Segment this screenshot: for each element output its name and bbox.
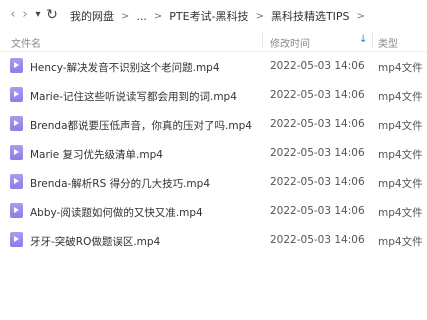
breadcrumb: 我的网盘 > ... > PTE考试-黑科技 > 黑科技精选TIPS > — [70, 8, 372, 24]
file-list: Hency-解决发音不识别这个老问题.mp4 2022-05-03 14:06 … — [0, 52, 427, 255]
column-header-date[interactable]: 修改时间 — [270, 35, 310, 50]
breadcrumb-item-pte[interactable]: PTE考试-黑科技 — [169, 8, 248, 24]
breadcrumb-separator-icon: > — [255, 10, 264, 22]
file-name: 牙牙-突破RO做题误区.mp4 — [30, 236, 161, 248]
file-name: Hency-解决发音不识别这个老问题.mp4 — [30, 62, 220, 74]
breadcrumb-item-ellipsis[interactable]: ... — [136, 10, 147, 23]
file-modified-date: 2022-05-03 14:06 — [270, 147, 365, 159]
sort-descending-icon: ↓ — [359, 34, 368, 45]
breadcrumb-separator-icon: > — [356, 10, 365, 22]
video-file-icon — [10, 116, 23, 131]
file-row[interactable]: Marie-记住这些听说读写都会用到的词.mp4 2022-05-03 14:0… — [0, 81, 427, 110]
video-file-icon — [10, 58, 23, 73]
breadcrumb-separator-icon: > — [121, 10, 130, 22]
video-file-icon — [10, 87, 23, 102]
file-modified-date: 2022-05-03 14:06 — [270, 118, 365, 130]
column-divider[interactable] — [372, 32, 373, 48]
video-file-icon — [10, 174, 23, 189]
history-dropdown-button[interactable]: ▾ — [31, 7, 45, 23]
navigation-bar: ‹ › ▾ ↻ 我的网盘 > ... > PTE考试-黑科技 > 黑科技精选TI… — [0, 0, 427, 30]
video-file-icon — [10, 203, 23, 218]
file-name: Marie 复习优先级清单.mp4 — [30, 149, 163, 161]
file-row[interactable]: Hency-解决发音不识别这个老问题.mp4 2022-05-03 14:06 … — [0, 52, 427, 81]
column-header-name[interactable]: 文件名 — [11, 35, 41, 50]
file-modified-date: 2022-05-03 14:06 — [270, 89, 365, 101]
file-type: mp4文件 — [378, 207, 423, 219]
file-modified-date: 2022-05-03 14:06 — [270, 205, 365, 217]
file-type: mp4文件 — [378, 62, 423, 74]
forward-button[interactable]: › — [18, 7, 32, 23]
file-type: mp4文件 — [378, 91, 423, 103]
column-header-row: 文件名 修改时间 ↓ 类型 — [0, 30, 427, 52]
file-row[interactable]: Abby-阅读题如何做的又快又准.mp4 2022-05-03 14:06 mp… — [0, 197, 427, 226]
column-header-type[interactable]: 类型 — [378, 35, 398, 50]
file-modified-date: 2022-05-03 14:06 — [270, 234, 365, 246]
file-row[interactable]: Marie 复习优先级清单.mp4 2022-05-03 14:06 mp4文件 — [0, 139, 427, 168]
file-name: Marie-记住这些听说读写都会用到的词.mp4 — [30, 91, 237, 103]
file-row[interactable]: Brenda都说要压低声音，你真的压对了吗.mp4 2022-05-03 14:… — [0, 110, 427, 139]
file-name: Brenda-解析RS 得分的几大技巧.mp4 — [30, 178, 211, 190]
file-row[interactable]: Brenda-解析RS 得分的几大技巧.mp4 2022-05-03 14:06… — [0, 168, 427, 197]
file-row[interactable]: 牙牙-突破RO做题误区.mp4 2022-05-03 14:06 mp4文件 — [0, 226, 427, 255]
file-type: mp4文件 — [378, 236, 423, 248]
video-file-icon — [10, 232, 23, 247]
breadcrumb-item-tips[interactable]: 黑科技精选TIPS — [271, 8, 350, 24]
breadcrumb-separator-icon: > — [153, 10, 163, 22]
breadcrumb-item-my-drive[interactable]: 我的网盘 — [70, 8, 114, 24]
file-type: mp4文件 — [378, 178, 423, 190]
file-type: mp4文件 — [378, 120, 423, 132]
file-modified-date: 2022-05-03 14:06 — [270, 60, 365, 72]
file-modified-date: 2022-05-03 14:06 — [270, 176, 365, 188]
file-name: Abby-阅读题如何做的又快又准.mp4 — [30, 207, 203, 219]
column-divider[interactable] — [262, 32, 263, 48]
file-name: Brenda都说要压低声音，你真的压对了吗.mp4 — [30, 120, 252, 132]
refresh-button[interactable]: ↻ — [45, 7, 59, 23]
video-file-icon — [10, 145, 23, 160]
file-type: mp4文件 — [378, 149, 423, 161]
